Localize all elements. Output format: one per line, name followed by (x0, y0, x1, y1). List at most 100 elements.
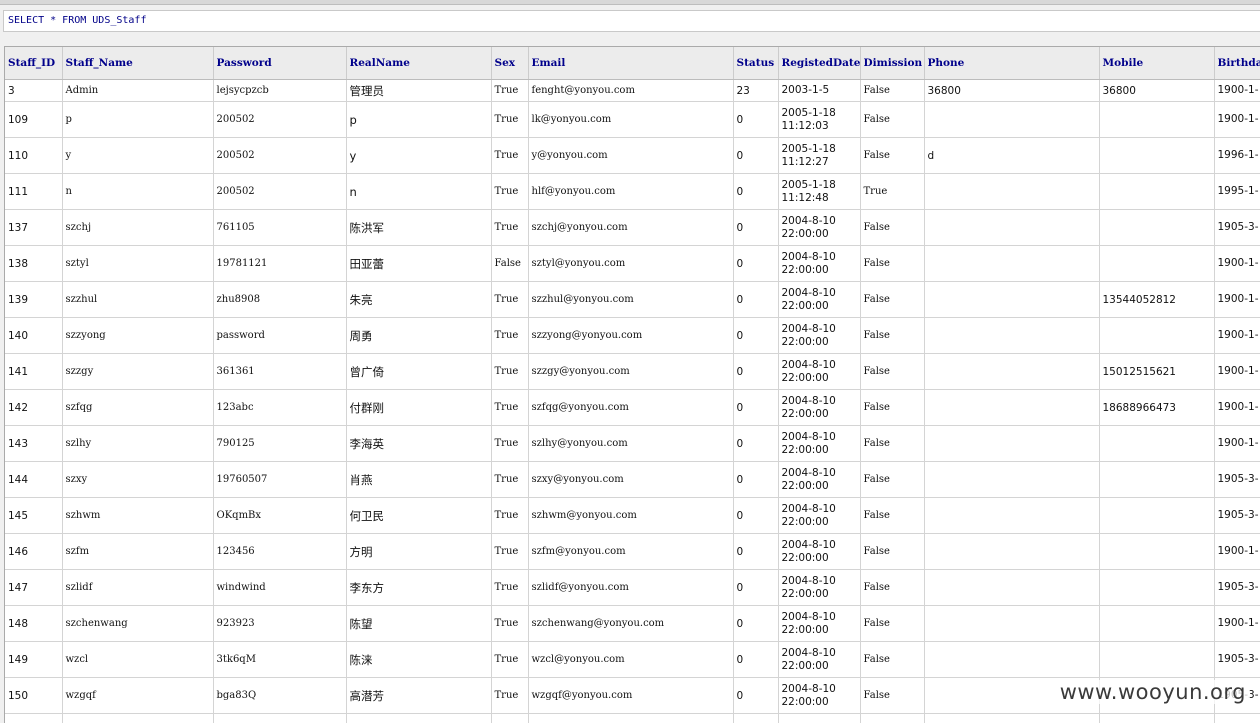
table-row[interactable]: 148szchenwang923923陈望Trueszchenwang@yony… (5, 606, 1260, 642)
cell-registeddate[interactable]: 2004-8-10 22:00:00 (778, 570, 860, 606)
cell-staff-id[interactable]: 145 (5, 498, 62, 534)
cell-birthday[interactable]: 1900-1- (1214, 390, 1260, 426)
cell-birthday[interactable]: 1995-1- (1214, 174, 1260, 210)
cell-sex[interactable]: True (491, 102, 528, 138)
cell-realname[interactable]: 陈望 (346, 606, 491, 642)
cell-realname[interactable]: 陈涞 (346, 642, 491, 678)
cell-status[interactable]: 0 (733, 462, 778, 498)
cell-birthday[interactable]: 1905-3- 14 (1214, 498, 1260, 534)
column-header-registeddate[interactable]: RegistedDate (778, 47, 860, 80)
cell-sex[interactable]: True (491, 318, 528, 354)
cell-mobile[interactable] (1099, 138, 1214, 174)
cell-staff-id[interactable]: 140 (5, 318, 62, 354)
cell-staff-name[interactable]: szlidf (62, 570, 213, 606)
cell-phone[interactable] (924, 174, 1099, 210)
cell-dimission[interactable]: False (860, 678, 924, 714)
cell-staff-id[interactable]: 111 (5, 174, 62, 210)
cell-mobile[interactable] (1099, 462, 1214, 498)
column-header-phone[interactable]: Phone (924, 47, 1099, 80)
cell-realname[interactable]: 付群刚 (346, 390, 491, 426)
cell-staff-name[interactable]: sztyl (62, 246, 213, 282)
cell-registeddate[interactable]: 2003-1-5 (778, 80, 860, 102)
cell-registeddate[interactable]: 2004-8-10 22:00:00 (778, 534, 860, 570)
cell-mobile[interactable] (1099, 570, 1214, 606)
cell-realname[interactable]: y (346, 138, 491, 174)
cell-phone[interactable] (924, 102, 1099, 138)
table-row[interactable]: 143szlhy790125李海英Trueszlhy@yonyou.com020… (5, 426, 1260, 462)
table-row[interactable]: 139szzhulzhu8908朱亮Trueszzhul@yonyou.com0… (5, 282, 1260, 318)
cell-birthday[interactable]: 1905-3- 14 (1214, 570, 1260, 606)
cell-password[interactable]: 200502 (213, 102, 346, 138)
cell-status[interactable]: 0 (733, 606, 778, 642)
table-row[interactable]: 145szhwmOKqmBx何卫民Trueszhwm@yonyou.com020… (5, 498, 1260, 534)
cell-dimission[interactable]: False (860, 210, 924, 246)
cell-email[interactable]: wzgqf@yonyou.com (528, 678, 733, 714)
table-row[interactable]: 140szzyongpassword周勇Trueszzyong@yonyou.c… (5, 318, 1260, 354)
cell-sex[interactable]: True (491, 426, 528, 462)
cell-staff-name[interactable]: wzcl (62, 642, 213, 678)
cell-birthday[interactable]: 1905-3- 14 (1214, 462, 1260, 498)
cell-birthday[interactable]: 1900-1- (1214, 282, 1260, 318)
cell-sex[interactable]: True (491, 390, 528, 426)
cell-registeddate[interactable]: 2004-8-10 22:00:00 (778, 642, 860, 678)
cell-status[interactable]: 0 (733, 354, 778, 390)
column-header-dimission[interactable]: Dimission (860, 47, 924, 80)
cell-mobile[interactable]: 15012515621 (1099, 354, 1214, 390)
column-header-staff-name[interactable]: Staff_Name (62, 47, 213, 80)
table-row[interactable]: 141szzgy361361曾广倚Trueszzgy@yonyou.com020… (5, 354, 1260, 390)
cell-staff-name[interactable]: y (62, 138, 213, 174)
cell-staff-name[interactable]: szchj (62, 210, 213, 246)
table-row[interactable]: 110y200502yTruey@yonyou.com02005-1-18 11… (5, 138, 1260, 174)
cell-mobile[interactable]: 13544052812 (1099, 282, 1214, 318)
cell-status[interactable]: 0 (733, 678, 778, 714)
cell-dimission[interactable]: False (860, 282, 924, 318)
cell-dimission[interactable]: False (860, 318, 924, 354)
cell-mobile[interactable] (1099, 642, 1214, 678)
cell-status[interactable]: 0 (733, 426, 778, 462)
cell-mobile[interactable] (1099, 246, 1214, 282)
cell-email[interactable]: szchenwang@yonyou.com (528, 606, 733, 642)
cell-status[interactable]: 0 (733, 498, 778, 534)
cell-dimission[interactable]: False (860, 606, 924, 642)
cell-dimission[interactable]: False (860, 102, 924, 138)
cell-status[interactable]: 0 (733, 570, 778, 606)
cell-email[interactable]: fenght@yonyou.com (528, 80, 733, 102)
cell-sex[interactable]: True (491, 174, 528, 210)
cell-registeddate[interactable]: 2005-1-18 11:12:48 (778, 174, 860, 210)
cell-password[interactable]: 200502 (213, 138, 346, 174)
cell-dimission[interactable]: True (860, 174, 924, 210)
cell-sex[interactable]: True (491, 354, 528, 390)
cell-phone[interactable] (924, 534, 1099, 570)
cell-dimission[interactable]: False (860, 570, 924, 606)
cell-dimission[interactable]: False (860, 498, 924, 534)
cell-birthday[interactable]: 1900-1- (1214, 426, 1260, 462)
cell-sex[interactable]: False (491, 246, 528, 282)
cell-dimission[interactable]: False (860, 462, 924, 498)
cell-password[interactable]: lejsycpzcb (213, 80, 346, 102)
cell-staff-id[interactable]: 137 (5, 210, 62, 246)
table-row[interactable]: 138sztyl19781121田亚蕾Falsesztyl@yonyou.com… (5, 246, 1260, 282)
cell-password[interactable]: 3tk6qM (213, 642, 346, 678)
cell-status[interactable]: 0 (733, 318, 778, 354)
cell-email[interactable]: szxy@yonyou.com (528, 462, 733, 498)
cell-status[interactable]: 23 (733, 80, 778, 102)
table-row[interactable]: 109p200502pTruelk@yonyou.com02005-1-18 1… (5, 102, 1260, 138)
cell-realname[interactable]: 田亚蕾 (346, 246, 491, 282)
cell-dimission[interactable]: False (860, 80, 924, 102)
cell-staff-name[interactable]: szfm (62, 534, 213, 570)
cell-birthday[interactable]: 1900-1- (1214, 80, 1260, 102)
cell-sex[interactable]: True (491, 606, 528, 642)
cell-sex[interactable]: True (491, 138, 528, 174)
cell-phone[interactable] (924, 282, 1099, 318)
cell-phone[interactable] (924, 246, 1099, 282)
cell-realname[interactable]: 朱亮 (346, 282, 491, 318)
cell-email[interactable]: hlf@yonyou.com (528, 174, 733, 210)
cell-password[interactable]: zhu8908 (213, 282, 346, 318)
cell-email[interactable]: szlidf@yonyou.com (528, 570, 733, 606)
cell-password[interactable]: 361361 (213, 354, 346, 390)
table-row[interactable]: 146szfm123456方明Trueszfm@yonyou.com02004-… (5, 534, 1260, 570)
cell-birthday[interactable]: 1900-1- (1214, 534, 1260, 570)
cell-staff-id[interactable]: 138 (5, 246, 62, 282)
cell-staff-id[interactable]: 150 (5, 678, 62, 714)
cell-registeddate[interactable]: 2004-8-10 22:00:00 (778, 246, 860, 282)
